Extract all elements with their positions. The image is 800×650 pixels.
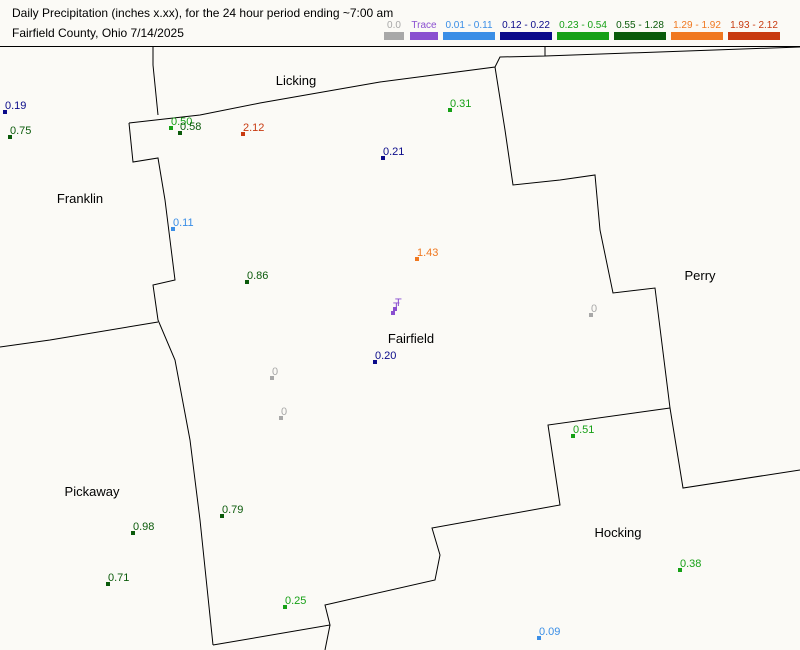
station-value-label: 0.71 xyxy=(108,572,129,584)
station-value-label: T xyxy=(393,301,400,313)
station-value-label: 0.25 xyxy=(285,595,306,607)
station-value-label: 0.58 xyxy=(180,121,201,133)
title-line-2: Fairfield County, Ohio 7/14/2025 xyxy=(12,26,184,40)
station-value-label: 0 xyxy=(272,366,278,378)
county-label-licking: Licking xyxy=(276,73,316,88)
boundary-fairfield-west xyxy=(128,122,214,646)
station-value-label: 0.51 xyxy=(573,424,594,436)
legend-swatch xyxy=(500,32,552,40)
county-label-pickaway: Pickaway xyxy=(65,484,120,499)
station-value-label: 0.21 xyxy=(383,146,404,158)
title-line-1: Daily Precipitation (inches x.xx), for t… xyxy=(12,6,394,20)
legend-swatch xyxy=(410,32,438,40)
county-label-perry: Perry xyxy=(684,268,716,283)
station-value-label: 0.75 xyxy=(10,125,31,137)
station-value-label: 0.38 xyxy=(680,558,701,570)
station-value-label: 0 xyxy=(281,406,287,418)
station-value-label: 0.19 xyxy=(5,100,26,112)
precip-map-page: Licking Franklin Perry Fairfield Pickawa… xyxy=(0,0,800,650)
station-value-label: 0.11 xyxy=(173,217,194,229)
boundary-franklin-pickaway xyxy=(0,321,159,348)
station-value-label: 0.98 xyxy=(133,521,154,533)
station-value-label: 0.09 xyxy=(539,626,560,638)
legend-swatch xyxy=(671,32,723,40)
station-value-label: 0.79 xyxy=(222,504,243,516)
legend-swatch xyxy=(443,32,495,40)
boundary-fairfield-north xyxy=(128,47,546,124)
station-value-label: 0.31 xyxy=(450,98,471,110)
legend-swatch xyxy=(384,32,404,40)
station-layer: 0.190.750.500.58 2.120.310.210.111.430.86… xyxy=(3,98,701,640)
legend-label: 1.93 - 2.12 xyxy=(730,20,778,31)
boundary-hocking-west xyxy=(324,624,331,650)
boundary-franklin-licking xyxy=(152,47,159,116)
map-header: Daily Precipitation (inches x.xx), for t… xyxy=(0,0,800,47)
county-label-franklin: Franklin xyxy=(57,191,103,206)
legend-swatch xyxy=(557,32,609,40)
legend-swatch xyxy=(614,32,666,40)
boundary-fairfield-east xyxy=(494,66,800,489)
station-value-label: 2.12 xyxy=(243,122,264,134)
boundary-licking-perry xyxy=(544,46,800,57)
county-label-hocking: Hocking xyxy=(595,525,642,540)
legend-swatch xyxy=(728,32,780,40)
station-value-label: 0.20 xyxy=(375,350,396,362)
county-label-fairfield: Fairfield xyxy=(388,331,434,346)
station-value-label: 0.86 xyxy=(247,270,268,282)
station-value-label: 0 xyxy=(591,303,597,315)
county-map: Licking Franklin Perry Fairfield Pickawa… xyxy=(0,46,800,650)
station-value-label: 1.43 xyxy=(417,247,438,259)
